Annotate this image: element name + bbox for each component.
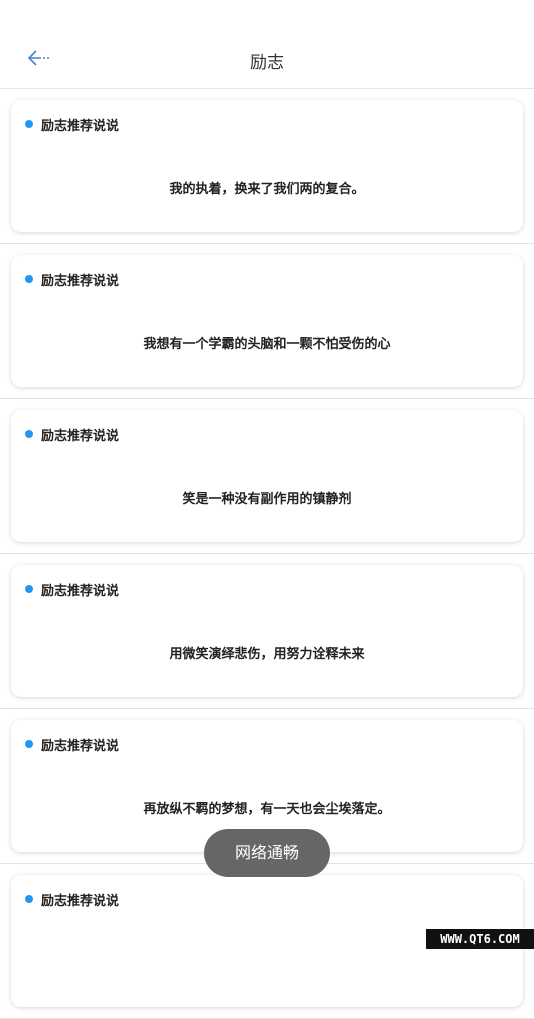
page-title: 励志 (250, 53, 284, 73)
card-quote-text: 笑是一种没有副作用的镇静剂 (182, 492, 352, 507)
bullet-dot-icon (25, 120, 33, 128)
bullet-dot-icon (25, 430, 33, 438)
quote-list[interactable]: 励志推荐说说 我的执着，换来了我们两的复合。 励志推荐说说 我想有一个学霸的头脑… (0, 89, 534, 1019)
card-quote-text: 再放纵不羁的梦想，有一天也会尘埃落定。 (143, 802, 391, 817)
card-category-label: 励志推荐说说 (41, 119, 120, 134)
bullet-dot-icon (25, 585, 33, 593)
app-header: 励志 (0, 0, 534, 89)
card-quote-text: 用微笑演绎悲伤，用努力诠释未来 (169, 647, 365, 662)
card-category-label: 励志推荐说说 (41, 584, 120, 599)
card-category-label: 励志推荐说说 (41, 429, 120, 444)
network-status-toast: 网络通畅 (204, 829, 330, 877)
list-item[interactable]: 励志推荐说说 我的执着，换来了我们两的复合。 (0, 89, 534, 244)
quote-card[interactable]: 励志推荐说说 我想有一个学霸的头脑和一颗不怕受伤的心 (11, 255, 523, 387)
quote-card[interactable]: 励志推荐说说 用微笑演绎悲伤，用努力诠释未来 (11, 565, 523, 697)
list-item[interactable]: 励志推荐说说 笑是一种没有副作用的镇静剂 (0, 399, 534, 554)
list-item[interactable]: 励志推荐说说 用微笑演绎悲伤，用努力诠释未来 (0, 554, 534, 709)
bullet-dot-icon (25, 740, 33, 748)
card-quote-text: 我的执着，换来了我们两的复合。 (169, 182, 365, 197)
card-category-label: 励志推荐说说 (41, 894, 120, 909)
card-category-label: 励志推荐说说 (41, 739, 120, 754)
quote-card[interactable]: 励志推荐说说 笑是一种没有副作用的镇静剂 (11, 410, 523, 542)
bullet-dot-icon (25, 895, 33, 903)
quote-card[interactable]: 励志推荐说说 我的执着，换来了我们两的复合。 (11, 100, 523, 232)
card-category-label: 励志推荐说说 (41, 274, 120, 289)
bullet-dot-icon (25, 275, 33, 283)
site-watermark: WWW.QT6.COM (426, 929, 534, 949)
card-quote-text: 我想有一个学霸的头脑和一颗不怕受伤的心 (143, 337, 391, 352)
list-item[interactable]: 励志推荐说说 我想有一个学霸的头脑和一颗不怕受伤的心 (0, 244, 534, 399)
